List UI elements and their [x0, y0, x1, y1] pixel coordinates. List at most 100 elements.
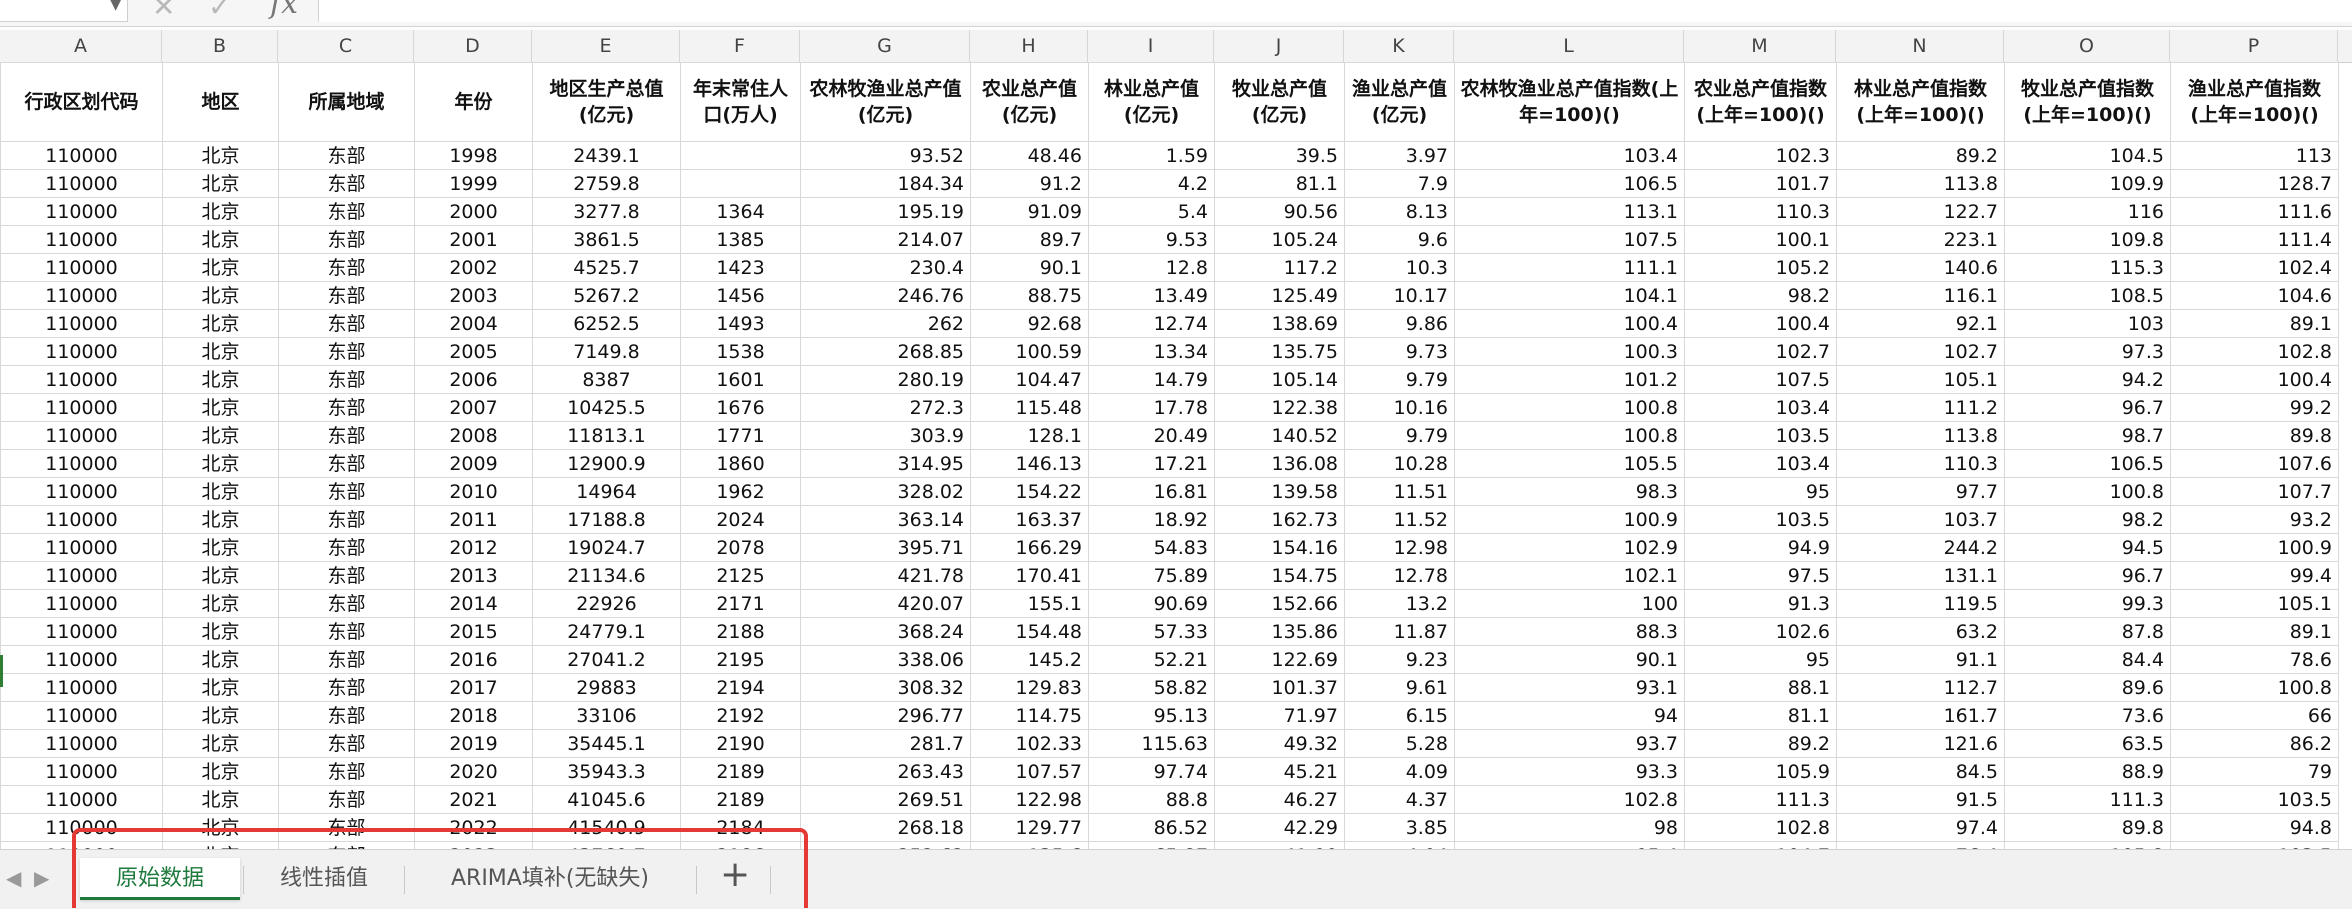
- table-cell[interactable]: 2020: [414, 757, 533, 786]
- table-cell[interactable]: 78.6: [2170, 645, 2339, 674]
- table-cell[interactable]: 102.1: [1454, 561, 1685, 590]
- table-cell[interactable]: 东部: [278, 785, 415, 814]
- table-cell[interactable]: 100.8: [1454, 421, 1685, 450]
- table-cell[interactable]: 102.6: [1684, 617, 1837, 646]
- fx-icon[interactable]: fx: [270, 0, 298, 21]
- table-cell[interactable]: 2017: [414, 673, 533, 702]
- table-cell[interactable]: [680, 169, 801, 198]
- table-cell[interactable]: 102.3: [1684, 141, 1837, 170]
- table-cell[interactable]: 97.4: [1836, 813, 2005, 842]
- column-letter[interactable]: H: [970, 30, 1088, 62]
- table-cell[interactable]: 91.3: [1684, 589, 1837, 618]
- table-cell[interactable]: 91.5: [1836, 785, 2005, 814]
- header-cell[interactable]: 农林牧渔业总产值指数(上年=100)(): [1454, 62, 1685, 142]
- table-cell[interactable]: 63.5: [2004, 729, 2171, 758]
- table-cell[interactable]: 114.75: [970, 701, 1089, 730]
- table-cell[interactable]: 109.8: [2004, 225, 2171, 254]
- table-cell[interactable]: 63.2: [1836, 617, 2005, 646]
- table-cell[interactable]: 272.3: [800, 393, 971, 422]
- table-cell[interactable]: 86.52: [1088, 813, 1215, 842]
- table-cell[interactable]: 89.8: [2170, 421, 2339, 450]
- table-cell[interactable]: 154.16: [1214, 533, 1345, 562]
- table-cell[interactable]: 111.2: [1836, 393, 2005, 422]
- table-cell[interactable]: 170.41: [970, 561, 1089, 590]
- table-cell[interactable]: 4.09: [1344, 757, 1455, 786]
- table-cell[interactable]: 41045.6: [532, 785, 681, 814]
- table-cell[interactable]: 20.49: [1088, 421, 1215, 450]
- table-cell[interactable]: 9.53: [1088, 225, 1215, 254]
- table-cell[interactable]: 91.09: [970, 197, 1089, 226]
- table-cell[interactable]: 35445.1: [532, 729, 681, 758]
- table-cell[interactable]: 33106: [532, 701, 681, 730]
- table-cell[interactable]: 东部: [278, 449, 415, 478]
- table-cell[interactable]: 100.4: [1454, 309, 1685, 338]
- table-cell[interactable]: 北京: [162, 421, 279, 450]
- table-cell[interactable]: 99.3: [2004, 589, 2171, 618]
- table-cell[interactable]: 110000: [0, 533, 163, 562]
- table-cell[interactable]: 280.19: [800, 365, 971, 394]
- table-cell[interactable]: 103.4: [1454, 141, 1685, 170]
- table-cell[interactable]: 314.95: [800, 449, 971, 478]
- table-cell[interactable]: 北京: [162, 449, 279, 478]
- table-cell[interactable]: 46.27: [1214, 785, 1345, 814]
- table-cell[interactable]: 57.33: [1088, 617, 1215, 646]
- table-cell[interactable]: 111.3: [2004, 785, 2171, 814]
- table-cell[interactable]: 东部: [278, 533, 415, 562]
- table-cell[interactable]: 102.33: [970, 729, 1089, 758]
- table-cell[interactable]: 北京: [162, 617, 279, 646]
- table-cell[interactable]: 368.24: [800, 617, 971, 646]
- table-cell[interactable]: 110000: [0, 757, 163, 786]
- table-cell[interactable]: 东部: [278, 645, 415, 674]
- table-cell[interactable]: 75.89: [1088, 561, 1215, 590]
- table-cell[interactable]: 163.37: [970, 505, 1089, 534]
- table-cell[interactable]: 102.7: [1684, 337, 1837, 366]
- table-cell[interactable]: 北京: [162, 365, 279, 394]
- table-cell[interactable]: 88.8: [1088, 785, 1215, 814]
- table-cell[interactable]: 6.15: [1344, 701, 1455, 730]
- table-cell[interactable]: 110000: [0, 393, 163, 422]
- table-cell[interactable]: 146.13: [970, 449, 1089, 478]
- chevron-down-icon[interactable]: ▼: [110, 0, 121, 22]
- table-cell[interactable]: 90.69: [1088, 589, 1215, 618]
- table-cell[interactable]: 北京: [162, 561, 279, 590]
- table-cell[interactable]: 北京: [162, 337, 279, 366]
- table-cell[interactable]: 296.77: [800, 701, 971, 730]
- table-cell[interactable]: 161.7: [1836, 701, 2005, 730]
- table-cell[interactable]: 4.2: [1088, 169, 1215, 198]
- table-cell[interactable]: 91.2: [970, 169, 1089, 198]
- table-cell[interactable]: 111.1: [1454, 253, 1685, 282]
- table-cell[interactable]: 104.5: [2004, 141, 2171, 170]
- table-cell[interactable]: 2010: [414, 477, 533, 506]
- table-cell[interactable]: 110000: [0, 169, 163, 198]
- table-cell[interactable]: 42.29: [1214, 813, 1345, 842]
- table-cell[interactable]: 107.6: [2170, 449, 2339, 478]
- table-cell[interactable]: 10425.5: [532, 393, 681, 422]
- table-cell[interactable]: 11.52: [1344, 505, 1455, 534]
- table-cell[interactable]: 9.86: [1344, 309, 1455, 338]
- table-cell[interactable]: 128.7: [2170, 169, 2339, 198]
- table-cell[interactable]: 2013: [414, 561, 533, 590]
- table-cell[interactable]: 北京: [162, 757, 279, 786]
- table-cell[interactable]: 110000: [0, 337, 163, 366]
- cancel-icon[interactable]: ✕: [152, 0, 175, 23]
- table-cell[interactable]: 99.4: [2170, 561, 2339, 590]
- table-cell[interactable]: 东部: [278, 729, 415, 758]
- table-cell[interactable]: 100.9: [1454, 505, 1685, 534]
- table-cell[interactable]: 1998: [414, 141, 533, 170]
- table-cell[interactable]: 29883: [532, 673, 681, 702]
- column-letter[interactable]: P: [2170, 30, 2338, 62]
- table-cell[interactable]: 东部: [278, 421, 415, 450]
- table-cell[interactable]: 122.38: [1214, 393, 1345, 422]
- table-cell[interactable]: 11.87: [1344, 617, 1455, 646]
- table-cell[interactable]: 136.08: [1214, 449, 1345, 478]
- table-cell[interactable]: 北京: [162, 281, 279, 310]
- table-cell[interactable]: 105.9: [1684, 757, 1837, 786]
- table-cell[interactable]: 111.6: [2170, 197, 2339, 226]
- table-cell[interactable]: 73.6: [2004, 701, 2171, 730]
- table-cell[interactable]: 269.51: [800, 785, 971, 814]
- column-letter[interactable]: D: [414, 30, 532, 62]
- table-cell[interactable]: 12.78: [1344, 561, 1455, 590]
- table-cell[interactable]: 110000: [0, 421, 163, 450]
- table-cell[interactable]: 东部: [278, 617, 415, 646]
- table-cell[interactable]: 北京: [162, 169, 279, 198]
